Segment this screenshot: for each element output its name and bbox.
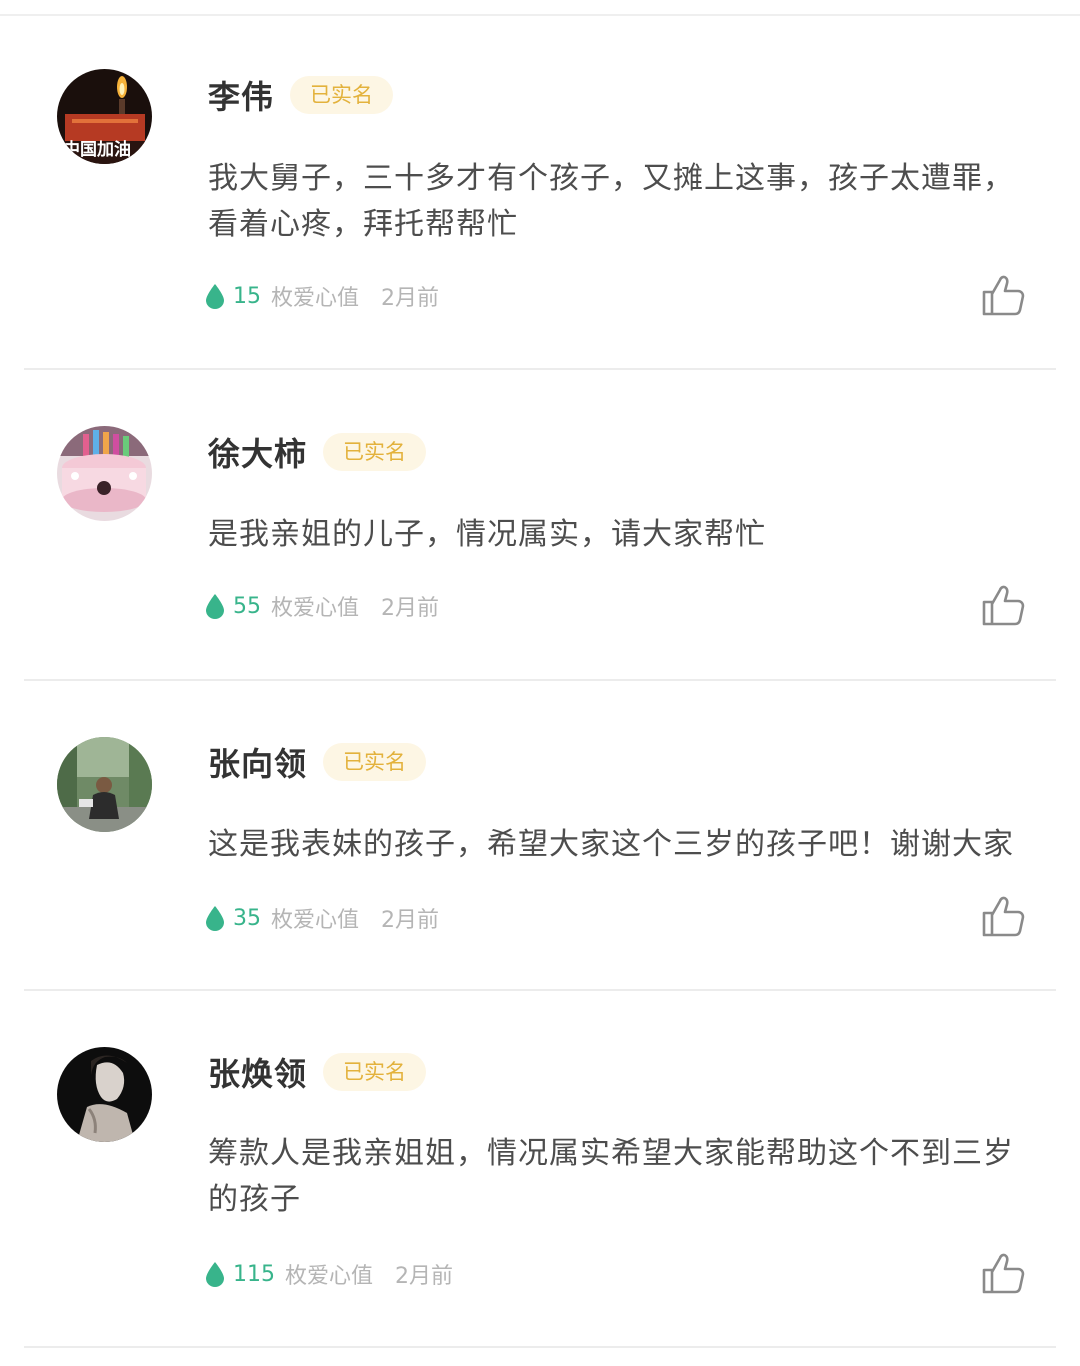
comment-line: 我大舅子，三十多才有个孩子，又摊上这事，孩子太遭罪， xyxy=(208,161,1014,196)
comment-text: 筹款人是我亲姐姐，情况属实希望大家能帮助这个不到三岁 的孩子 xyxy=(208,1131,1038,1223)
top-divider xyxy=(0,14,1080,16)
love-unit: 枚爱心值 xyxy=(285,1264,374,1289)
user-row: 徐大柿 已实名 xyxy=(208,427,427,477)
user-row: 张向领 已实名 xyxy=(208,737,427,787)
user-name[interactable]: 徐大柿 xyxy=(208,429,307,475)
user-name[interactable]: 李伟 xyxy=(208,72,274,118)
avatar[interactable] xyxy=(57,426,152,521)
love-count: 55 xyxy=(233,593,261,619)
love-unit: 枚爱心值 xyxy=(271,596,360,621)
love-unit: 枚爱心值 xyxy=(271,286,360,311)
thumbs-up-icon[interactable] xyxy=(980,1250,1026,1296)
avatar[interactable] xyxy=(57,1047,152,1142)
avatar[interactable] xyxy=(57,737,152,832)
verified-badge: 已实名 xyxy=(323,743,427,781)
love-count: 15 xyxy=(233,283,261,309)
verified-badge: 已实名 xyxy=(323,1053,427,1091)
love-count: 115 xyxy=(233,1261,275,1287)
verified-badge: 已实名 xyxy=(290,76,394,114)
verified-badge: 已实名 xyxy=(323,433,427,471)
avatar-overlay-text: 中国加油 xyxy=(63,139,131,160)
avatar[interactable]: 中国加油 xyxy=(57,69,152,164)
divider xyxy=(24,1346,1056,1348)
thumbs-up-icon[interactable] xyxy=(980,272,1026,318)
comment-line: 的孩子 xyxy=(208,1182,301,1217)
timestamp: 2月前 xyxy=(381,286,440,311)
thumbs-up-icon[interactable] xyxy=(980,893,1026,939)
user-name[interactable]: 张向领 xyxy=(208,739,307,785)
love-drop-icon xyxy=(206,1262,224,1287)
love-count: 35 xyxy=(233,905,261,931)
love-unit: 枚爱心值 xyxy=(271,908,360,933)
love-drop-icon xyxy=(206,594,224,619)
comment-text: 这是我表妹的孩子，希望大家这个三岁的孩子吧！谢谢大家 xyxy=(208,822,1038,868)
comment-line: 是我亲姐的儿子，情况属实，请大家帮忙 xyxy=(208,517,766,552)
user-row: 李伟 已实名 xyxy=(208,70,394,120)
divider xyxy=(24,368,1056,370)
comment-meta: 55 枚爱心值 2月前 xyxy=(205,589,439,623)
love-drop-icon xyxy=(206,284,224,309)
timestamp: 2月前 xyxy=(381,908,440,933)
comment-text: 我大舅子，三十多才有个孩子，又摊上这事，孩子太遭罪， 看着心疼，拜托帮帮忙 xyxy=(208,156,1038,248)
comment-line: 看着心疼，拜托帮帮忙 xyxy=(208,207,518,242)
user-row: 张焕领 已实名 xyxy=(208,1047,427,1097)
comment-line: 筹款人是我亲姐姐，情况属实希望大家能帮助这个不到三岁 xyxy=(208,1136,1014,1171)
thumbs-up-icon[interactable] xyxy=(980,582,1026,628)
divider xyxy=(24,679,1056,681)
divider xyxy=(24,989,1056,991)
user-name[interactable]: 张焕领 xyxy=(208,1049,307,1095)
comment-text: 是我亲姐的儿子，情况属实，请大家帮忙 xyxy=(208,512,1038,558)
timestamp: 2月前 xyxy=(395,1264,454,1289)
comment-meta: 115 枚爱心值 2月前 xyxy=(205,1257,453,1291)
timestamp: 2月前 xyxy=(381,596,440,621)
comment-meta: 35 枚爱心值 2月前 xyxy=(205,901,439,935)
comment-meta: 15 枚爱心值 2月前 xyxy=(205,279,439,313)
comment-line: 这是我表妹的孩子，希望大家这个三岁的孩子吧！谢谢大家 xyxy=(208,827,1014,862)
love-drop-icon xyxy=(206,906,224,931)
